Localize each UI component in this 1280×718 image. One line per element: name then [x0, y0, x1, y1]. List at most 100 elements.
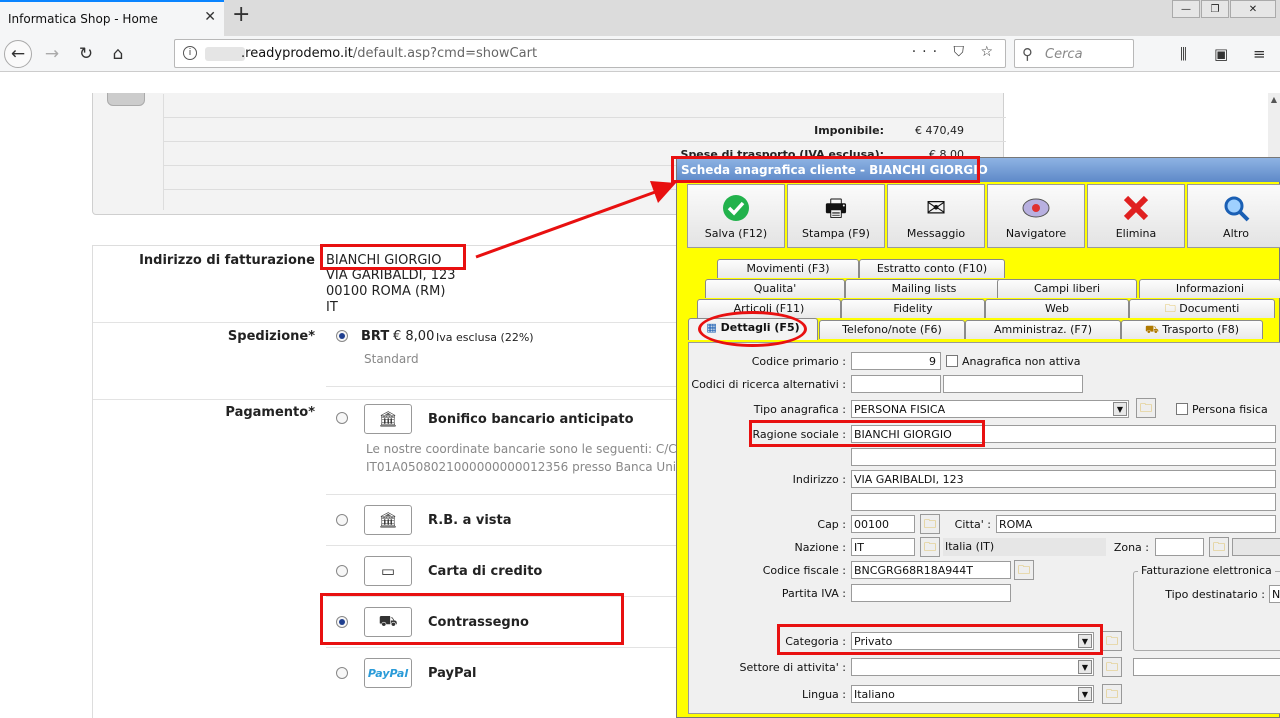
folder-icon[interactable]: 🗀: [920, 514, 940, 534]
codice-ricerca-1-input[interactable]: [851, 375, 941, 393]
bank-details-line1: Le nostre coordinate bancarie sono le se…: [366, 442, 719, 456]
settore-description: [1133, 658, 1280, 676]
cap-label: Cap :: [817, 518, 846, 531]
page-actions-icon[interactable]: ··· ⛉ ☆: [912, 44, 999, 60]
restore-icon[interactable]: ❐: [1201, 0, 1229, 18]
tab-campi-liberi[interactable]: Campi liberi: [997, 279, 1137, 298]
lingua-select[interactable]: Italiano ▼: [851, 685, 1094, 703]
tipo-destinatario-select[interactable]: Non: [1269, 585, 1280, 603]
payment-radio-bonifico[interactable]: [336, 412, 348, 424]
search-input[interactable]: ⚲ Cerca: [1014, 39, 1134, 68]
new-tab-icon[interactable]: +: [232, 2, 250, 27]
highlight-dialog-title: [671, 156, 980, 183]
tab-movimenti[interactable]: Movimenti (F3): [717, 259, 859, 278]
folder-icon[interactable]: 🗀: [1102, 657, 1122, 677]
browser-tab[interactable]: Informatica Shop - Home ✕: [0, 0, 224, 36]
scroll-up-icon[interactable]: ▲: [1268, 95, 1280, 104]
anagrafica-non-attiva-checkbox[interactable]: [946, 355, 958, 367]
folder-icon[interactable]: 🗀: [1136, 398, 1156, 418]
folder-icon[interactable]: 🗀: [1209, 537, 1229, 557]
codice-ricerca-2-input[interactable]: [943, 375, 1083, 393]
citta-input[interactable]: ROMA: [996, 515, 1276, 533]
cap-input[interactable]: 00100: [851, 515, 915, 533]
cart-row-imponibile: Imponibile: € 470,49: [164, 118, 1006, 142]
highlight-categoria: [777, 624, 1103, 655]
nazione-input[interactable]: IT: [851, 538, 915, 556]
folder-icon[interactable]: 🗀: [1014, 560, 1034, 580]
close-tab-icon[interactable]: ✕: [204, 9, 216, 25]
info-icon[interactable]: i: [183, 46, 197, 60]
fatturazione-elettronica-group: [1133, 571, 1280, 651]
indirizzo-input[interactable]: VIA GARIBALDI, 123: [851, 470, 1276, 488]
minimize-icon[interactable]: —: [1172, 0, 1200, 18]
tab-amministrazione[interactable]: Amministraz. (F7): [965, 320, 1121, 339]
payment-radio-rb[interactable]: [336, 514, 348, 526]
payment-paypal-label[interactable]: PayPal: [428, 666, 476, 681]
tab-estratto-conto[interactable]: Estratto conto (F10): [859, 259, 1005, 278]
payment-radio-carta[interactable]: [336, 565, 348, 577]
navigator-icon: [1020, 193, 1052, 223]
payment-bonifico-label[interactable]: Bonifico bancario anticipato: [428, 412, 634, 427]
tab-fidelity[interactable]: Fidelity: [841, 299, 985, 318]
browser-tab-bar: Informatica Shop - Home ✕ + — ❐ ✕: [0, 0, 1280, 36]
tipo-anagrafica-select[interactable]: PERSONA FISICA ▼: [851, 400, 1129, 418]
tab-telefono-note[interactable]: Telefono/note (F6): [819, 320, 965, 339]
divider: [326, 386, 686, 387]
home-icon[interactable]: ⌂: [104, 40, 132, 68]
sidebar-icon[interactable]: ▣: [1214, 45, 1228, 63]
persona-fisica-checkbox[interactable]: [1176, 403, 1188, 415]
folder-icon[interactable]: 🗀: [920, 537, 940, 557]
codice-fiscale-label: Codice fiscale :: [762, 564, 846, 577]
settore-attivita-select[interactable]: ▼: [851, 658, 1094, 676]
anagrafica-non-attiva-label: Anagrafica non attiva: [962, 355, 1081, 368]
tab-trasporto[interactable]: ⛟ Trasporto (F8): [1121, 320, 1263, 339]
tab-informazioni[interactable]: Informazioni: [1139, 279, 1280, 298]
folder-icon[interactable]: 🗀: [1102, 684, 1122, 704]
navigator-button[interactable]: Navigatore: [987, 184, 1085, 248]
back-icon[interactable]: ←: [4, 40, 32, 68]
payment-rb-label[interactable]: R.B. a vista: [428, 513, 512, 528]
partita-iva-input[interactable]: [851, 584, 1011, 602]
credit-card-icon: ▭: [364, 556, 412, 586]
billing-street: VIA GARIBALDI, 123: [326, 268, 456, 283]
library-icon[interactable]: ⫼: [1180, 45, 1187, 63]
fatturazione-elettronica-title: Fatturazione elettronica: [1138, 564, 1275, 577]
tab-mailing-lists[interactable]: Mailing lists: [845, 279, 1003, 298]
more-button[interactable]: Altro: [1187, 184, 1280, 248]
search-icon: ⚲: [1022, 45, 1033, 63]
menu-icon[interactable]: ≡: [1253, 45, 1266, 63]
print-button[interactable]: 🖶 Stampa (F9): [787, 184, 885, 248]
folder-icon[interactable]: 🗀: [1102, 631, 1122, 651]
payment-radio-paypal[interactable]: [336, 667, 348, 679]
url-bar[interactable]: i .readyprodemo.it/default.asp?cmd=showC…: [174, 39, 1006, 68]
indirizzo-2-input[interactable]: [851, 493, 1276, 511]
shipping-service: Standard: [364, 352, 419, 366]
imponibile-value: € 470,49: [915, 124, 964, 137]
tab-title: Informatica Shop - Home: [8, 12, 158, 26]
tab-web[interactable]: Web: [985, 299, 1129, 318]
tab-qualita[interactable]: Qualita': [705, 279, 845, 298]
reload-icon[interactable]: ↻: [72, 40, 100, 68]
message-button[interactable]: ✉ Messaggio: [887, 184, 985, 248]
product-thumbnail: [107, 93, 145, 106]
codice-fiscale-input[interactable]: BNCGRG68R18A944T: [851, 561, 1011, 579]
nazione-label: Nazione :: [794, 541, 846, 554]
close-window-icon[interactable]: ✕: [1230, 0, 1276, 18]
save-button[interactable]: Salva (F12): [687, 184, 785, 248]
codice-primario-input[interactable]: 9: [851, 352, 941, 370]
shipping-radio-brt[interactable]: [336, 330, 348, 342]
zona-input[interactable]: [1155, 538, 1204, 556]
tab-documenti[interactable]: 🗀 Documenti: [1129, 299, 1275, 318]
url-text: .readyprodemo.it/default.asp?cmd=showCar…: [241, 46, 538, 61]
delete-button[interactable]: Elimina: [1087, 184, 1185, 248]
citta-label: Citta' :: [954, 518, 991, 531]
message-icon: ✉: [925, 194, 947, 222]
browser-nav-bar: ← → ↻ ⌂ i .readyprodemo.it/default.asp?c…: [0, 36, 1280, 72]
ragione-sociale-2-input[interactable]: [851, 448, 1276, 466]
search-placeholder: Cerca: [1045, 47, 1083, 62]
divider: [93, 322, 693, 323]
zona-description: [1232, 538, 1280, 556]
divider: [326, 494, 686, 495]
payment-carta-label[interactable]: Carta di credito: [428, 564, 542, 579]
forward-icon[interactable]: →: [38, 40, 66, 68]
